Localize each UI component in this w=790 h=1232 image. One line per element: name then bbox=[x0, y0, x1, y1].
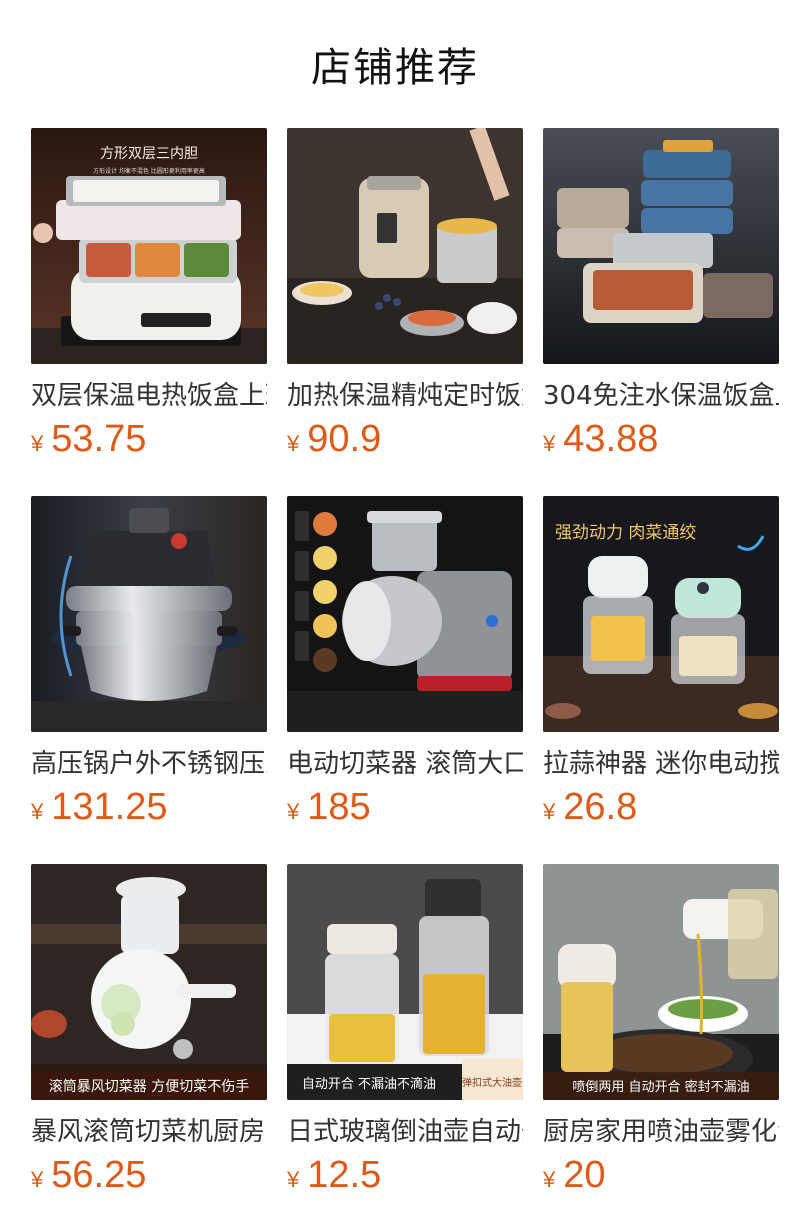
image-caption: 方形双层三内胆 bbox=[100, 146, 198, 162]
product-image[interactable]: 喷倒两用 自动开合 密封不漏油 bbox=[543, 864, 779, 1100]
section-title: 店铺推荐 bbox=[311, 45, 479, 91]
product-price: ¥ 90.9 bbox=[287, 418, 523, 461]
currency-symbol: ¥ bbox=[543, 1167, 556, 1192]
image-caption: 喷倒两用 自动开合 密封不漏油 bbox=[572, 1079, 749, 1095]
product-image[interactable] bbox=[287, 128, 523, 364]
product-title[interactable]: 高压锅户外不锈钢压力锅 bbox=[31, 746, 267, 782]
currency-symbol: ¥ bbox=[31, 431, 44, 456]
product-title[interactable]: 暴风滚筒切菜机厨房家用 bbox=[31, 1114, 267, 1150]
product-card[interactable]: 滚筒暴风切菜器 方便切菜不伤手 暴风滚筒切菜机厨房家用 ¥ 56.25 bbox=[31, 864, 267, 1232]
image-subcaption: 方形设计 均衡不混色 比圆形更利用率更高 bbox=[93, 167, 205, 175]
product-image[interactable] bbox=[31, 496, 267, 732]
product-price: ¥ 12.5 bbox=[287, 1154, 523, 1197]
price-value: 56.25 bbox=[51, 1154, 147, 1196]
product-grid: 方形双层三内胆 方形设计 均衡不混色 比圆形更利用率更高 双层保温电热饭盒上班族… bbox=[31, 128, 779, 1232]
image-caption: 自动开合 不漏油不滴油 bbox=[302, 1076, 436, 1092]
image-caption: 强劲动力 肉菜通绞 bbox=[555, 523, 696, 543]
product-card[interactable]: 喷倒两用 自动开合 密封不漏油 厨房家用喷油壶雾化油瓶 ¥ 20 bbox=[543, 864, 779, 1232]
product-image[interactable] bbox=[287, 496, 523, 732]
product-price: ¥ 131.25 bbox=[31, 786, 267, 829]
product-title[interactable]: 双层保温电热饭盒上班族 bbox=[31, 378, 267, 414]
product-price: ¥ 43.88 bbox=[543, 418, 779, 461]
currency-symbol: ¥ bbox=[543, 799, 556, 824]
product-price: ¥ 26.8 bbox=[543, 786, 779, 829]
product-title[interactable]: 304免注水保温饭盒上班族 bbox=[543, 378, 779, 414]
product-image[interactable]: 滚筒暴风切菜器 方便切菜不伤手 bbox=[31, 864, 267, 1100]
product-card[interactable]: 加热保温精炖定时饭盒 ¥ 90.9 bbox=[287, 128, 523, 496]
image-subcaption: 弹扣式大油壶 bbox=[462, 1076, 522, 1089]
currency-symbol: ¥ bbox=[31, 799, 44, 824]
currency-symbol: ¥ bbox=[287, 431, 300, 456]
product-image[interactable]: 自动开合 不漏油不滴油 弹扣式大油壶 bbox=[287, 864, 523, 1100]
product-price: ¥ 20 bbox=[543, 1154, 779, 1197]
product-title[interactable]: 加热保温精炖定时饭盒 bbox=[287, 378, 523, 414]
product-price: ¥ 56.25 bbox=[31, 1154, 267, 1197]
product-title[interactable]: 电动切菜器 滚筒大口径 bbox=[287, 746, 523, 782]
price-value: 90.9 bbox=[307, 418, 382, 460]
product-card[interactable]: 强劲动力 肉菜通绞 拉蒜神器 迷你电动搅拌 ¥ 26.8 bbox=[543, 496, 779, 864]
product-image[interactable]: 方形双层三内胆 方形设计 均衡不混色 比圆形更利用率更高 bbox=[31, 128, 267, 364]
product-price: ¥ 53.75 bbox=[31, 418, 267, 461]
section-header: 店铺推荐 bbox=[0, 0, 790, 128]
product-card[interactable]: 电动切菜器 滚筒大口径 ¥ 185 bbox=[287, 496, 523, 864]
product-image[interactable] bbox=[543, 128, 779, 364]
product-card[interactable]: 方形双层三内胆 方形设计 均衡不混色 比圆形更利用率更高 双层保温电热饭盒上班族… bbox=[31, 128, 267, 496]
product-card[interactable]: 高压锅户外不锈钢压力锅 ¥ 131.25 bbox=[31, 496, 267, 864]
price-value: 185 bbox=[307, 786, 371, 828]
product-card[interactable]: 304免注水保温饭盒上班族 ¥ 43.88 bbox=[543, 128, 779, 496]
product-image[interactable]: 强劲动力 肉菜通绞 bbox=[543, 496, 779, 732]
price-value: 131.25 bbox=[51, 786, 168, 828]
product-title[interactable]: 拉蒜神器 迷你电动搅拌 bbox=[543, 746, 779, 782]
currency-symbol: ¥ bbox=[287, 1167, 300, 1192]
price-value: 12.5 bbox=[307, 1154, 382, 1196]
product-title[interactable]: 日式玻璃倒油壶自动开合 bbox=[287, 1114, 523, 1150]
image-caption: 滚筒暴风切菜器 方便切菜不伤手 bbox=[49, 1078, 249, 1095]
price-value: 53.75 bbox=[51, 418, 147, 460]
currency-symbol: ¥ bbox=[543, 431, 556, 456]
price-value: 43.88 bbox=[563, 418, 659, 460]
currency-symbol: ¥ bbox=[287, 799, 300, 824]
price-value: 26.8 bbox=[563, 786, 638, 828]
price-value: 20 bbox=[563, 1154, 606, 1196]
product-title[interactable]: 厨房家用喷油壶雾化油瓶 bbox=[543, 1114, 779, 1150]
currency-symbol: ¥ bbox=[31, 1167, 44, 1192]
product-card[interactable]: 自动开合 不漏油不滴油 弹扣式大油壶 日式玻璃倒油壶自动开合 ¥ 12.5 bbox=[287, 864, 523, 1232]
product-price: ¥ 185 bbox=[287, 786, 523, 829]
